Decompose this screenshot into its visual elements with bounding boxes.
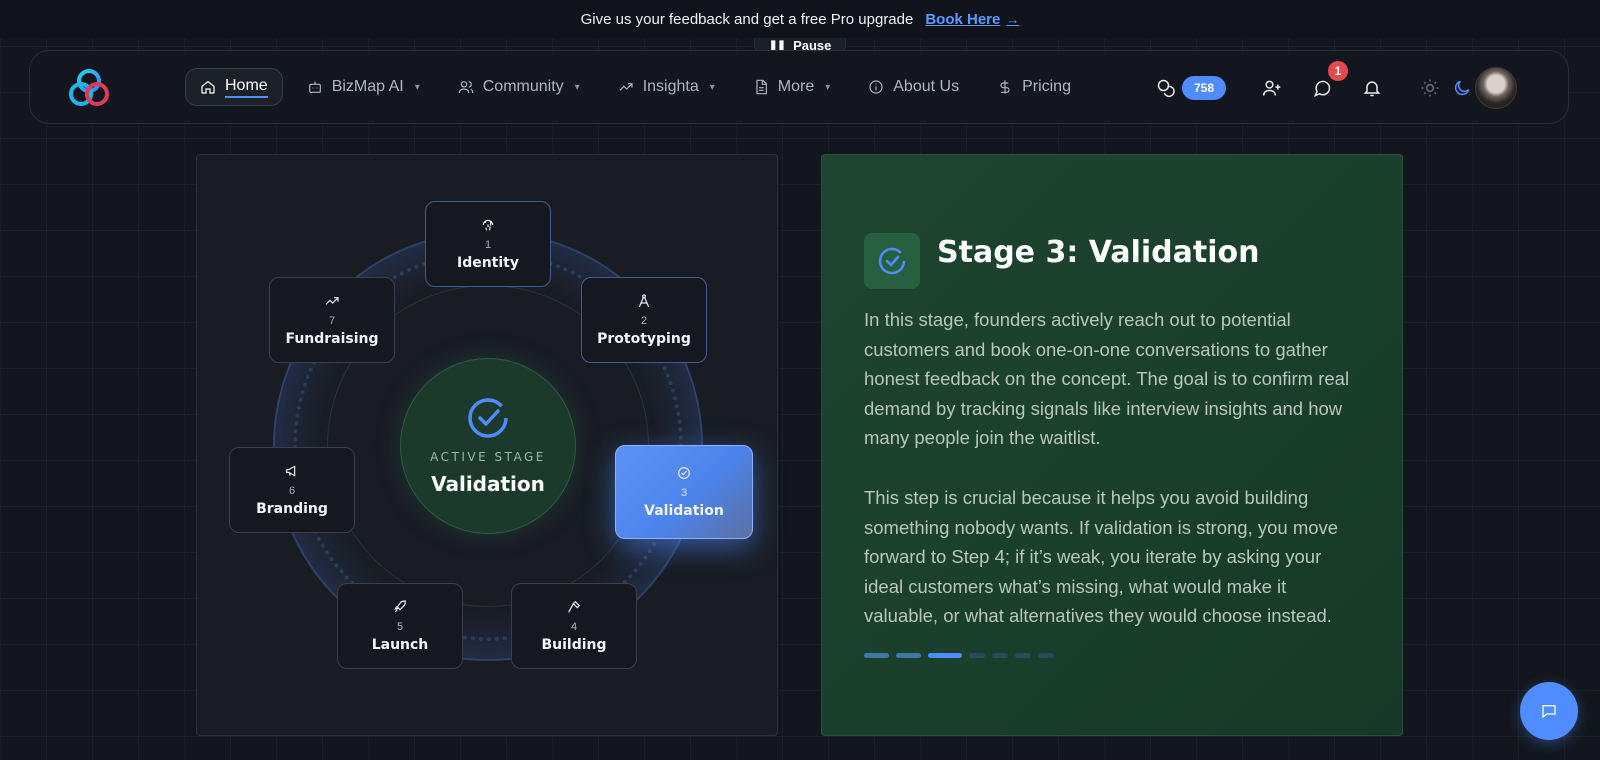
book-here-link[interactable]: Book Here → <box>925 11 1019 28</box>
add-user-icon[interactable] <box>1262 78 1282 98</box>
rocket-icon <box>394 600 406 613</box>
progress-segment[interactable] <box>1038 653 1054 658</box>
notification-count-badge: 1 <box>1328 61 1348 81</box>
nav-item-pricing[interactable]: Pricing <box>983 68 1085 106</box>
nav-label: Community <box>482 78 564 95</box>
avatar[interactable] <box>1475 67 1517 109</box>
stage-number: 6 <box>288 485 296 497</box>
chat-button[interactable] <box>1520 682 1578 740</box>
megaphone-icon <box>286 465 296 477</box>
progress-segment[interactable] <box>1015 653 1031 658</box>
announcement-text: Give us your feedback and get a free Pro… <box>580 10 914 28</box>
nav-item-community[interactable]: Community ▾ <box>444 68 594 106</box>
top-navigation: Home BizMap AI ▾ Community ▾ Insighta ▾ … <box>29 50 1569 124</box>
nav-item-more[interactable]: More ▾ <box>739 68 844 106</box>
stage-title: Stage 3: Validation <box>937 235 1260 270</box>
stage-branding[interactable]: 6 Branding <box>229 447 355 533</box>
nav-label: Insighta <box>642 78 699 95</box>
check-circle-icon <box>468 398 508 438</box>
stage-label: Prototyping <box>597 331 691 347</box>
nav-label: BizMap AI <box>331 78 404 95</box>
bell-icon[interactable] <box>1362 78 1382 98</box>
message-icon[interactable] <box>1312 78 1332 98</box>
stage-building[interactable]: 4 Building <box>511 583 637 669</box>
book-here-label: Book Here <box>925 10 1001 28</box>
stage-number: 1 <box>484 239 492 251</box>
stage-description-1: In this stage, founders actively reach o… <box>864 309 1350 448</box>
stage-label: Launch <box>371 637 429 653</box>
dollar-icon <box>1000 80 1010 94</box>
moon-icon[interactable] <box>1452 78 1472 98</box>
progress-segment[interactable] <box>928 653 962 658</box>
chevron-down-icon: ▾ <box>414 81 420 93</box>
check-circle-icon <box>878 247 906 275</box>
stage-progress <box>864 653 1054 658</box>
active-stage-name: Validation <box>431 472 545 496</box>
stage-detail-panel: Stage 3: Validation In this stage, found… <box>821 154 1403 736</box>
chevron-down-icon: ▾ <box>574 81 580 93</box>
home-icon <box>201 80 215 94</box>
nav-item-home[interactable]: Home <box>185 68 283 106</box>
nav-menu: Home BizMap AI ▾ Community ▾ Insighta ▾ … <box>185 68 1085 106</box>
info-icon <box>869 80 883 94</box>
check-circle-icon <box>678 467 690 479</box>
stage-number: 3 <box>680 487 688 499</box>
nav-item-about-us[interactable]: About Us <box>854 68 973 106</box>
stage-label: Validation <box>644 503 724 519</box>
stage-number: 2 <box>640 315 648 327</box>
coins-icon[interactable] <box>1156 78 1176 98</box>
active-stage-disc: ACTIVE STAGE Validation <box>400 358 576 534</box>
stage-identity[interactable]: 1 Identity <box>425 201 551 287</box>
stage-cycle-panel: ACTIVE STAGE Validation 1 Identity 2 Pro… <box>196 154 778 736</box>
nav-label: About Us <box>893 78 960 95</box>
trending-up-icon <box>325 297 339 305</box>
chat-icon <box>1542 705 1556 719</box>
credits-badge[interactable]: 758 <box>1182 76 1226 100</box>
stage-fundraising[interactable]: 7 Fundraising <box>269 277 395 363</box>
progress-segment[interactable] <box>864 653 889 658</box>
stage-number: 5 <box>396 621 404 633</box>
stage-label: Building <box>541 637 607 653</box>
progress-segment[interactable] <box>896 653 921 658</box>
document-icon <box>756 79 767 95</box>
nav-label: More <box>777 78 815 95</box>
logo-icon[interactable] <box>66 65 112 111</box>
progress-segment[interactable] <box>969 653 985 658</box>
bot-icon <box>308 81 321 93</box>
chevron-down-icon: ▾ <box>709 81 715 93</box>
stage-label: Fundraising <box>285 331 379 347</box>
fingerprint-icon <box>482 219 494 231</box>
stage-validation[interactable]: 3 Validation <box>615 445 753 539</box>
nav-label: Home <box>225 77 268 98</box>
stage-icon-box <box>864 233 920 289</box>
trend-icon <box>619 83 633 91</box>
stage-prototyping[interactable]: 2 Prototyping <box>581 277 707 363</box>
nav-item-insighta[interactable]: Insighta ▾ <box>604 68 729 106</box>
progress-segment[interactable] <box>992 653 1008 658</box>
announcement-bar: Give us your feedback and get a free Pro… <box>0 0 1600 38</box>
stage-launch[interactable]: 5 Launch <box>337 583 463 669</box>
compass-icon <box>638 294 650 308</box>
hammer-icon <box>568 600 581 613</box>
stage-label: Identity <box>456 255 519 271</box>
stage-number: 7 <box>328 315 336 327</box>
nav-label: Pricing <box>1022 78 1071 95</box>
sun-icon[interactable] <box>1420 78 1440 98</box>
users-icon <box>458 81 474 94</box>
chevron-down-icon: ▾ <box>825 81 831 93</box>
active-stage-caption: ACTIVE STAGE <box>430 450 546 464</box>
stage-description-2: This step is crucial because it helps yo… <box>864 487 1339 626</box>
stage-label: Branding <box>256 501 328 517</box>
arrow-right-icon: → <box>1006 11 1020 27</box>
stage-number: 4 <box>570 621 578 633</box>
nav-item-bizmap-ai[interactable]: BizMap AI ▾ <box>293 68 434 106</box>
